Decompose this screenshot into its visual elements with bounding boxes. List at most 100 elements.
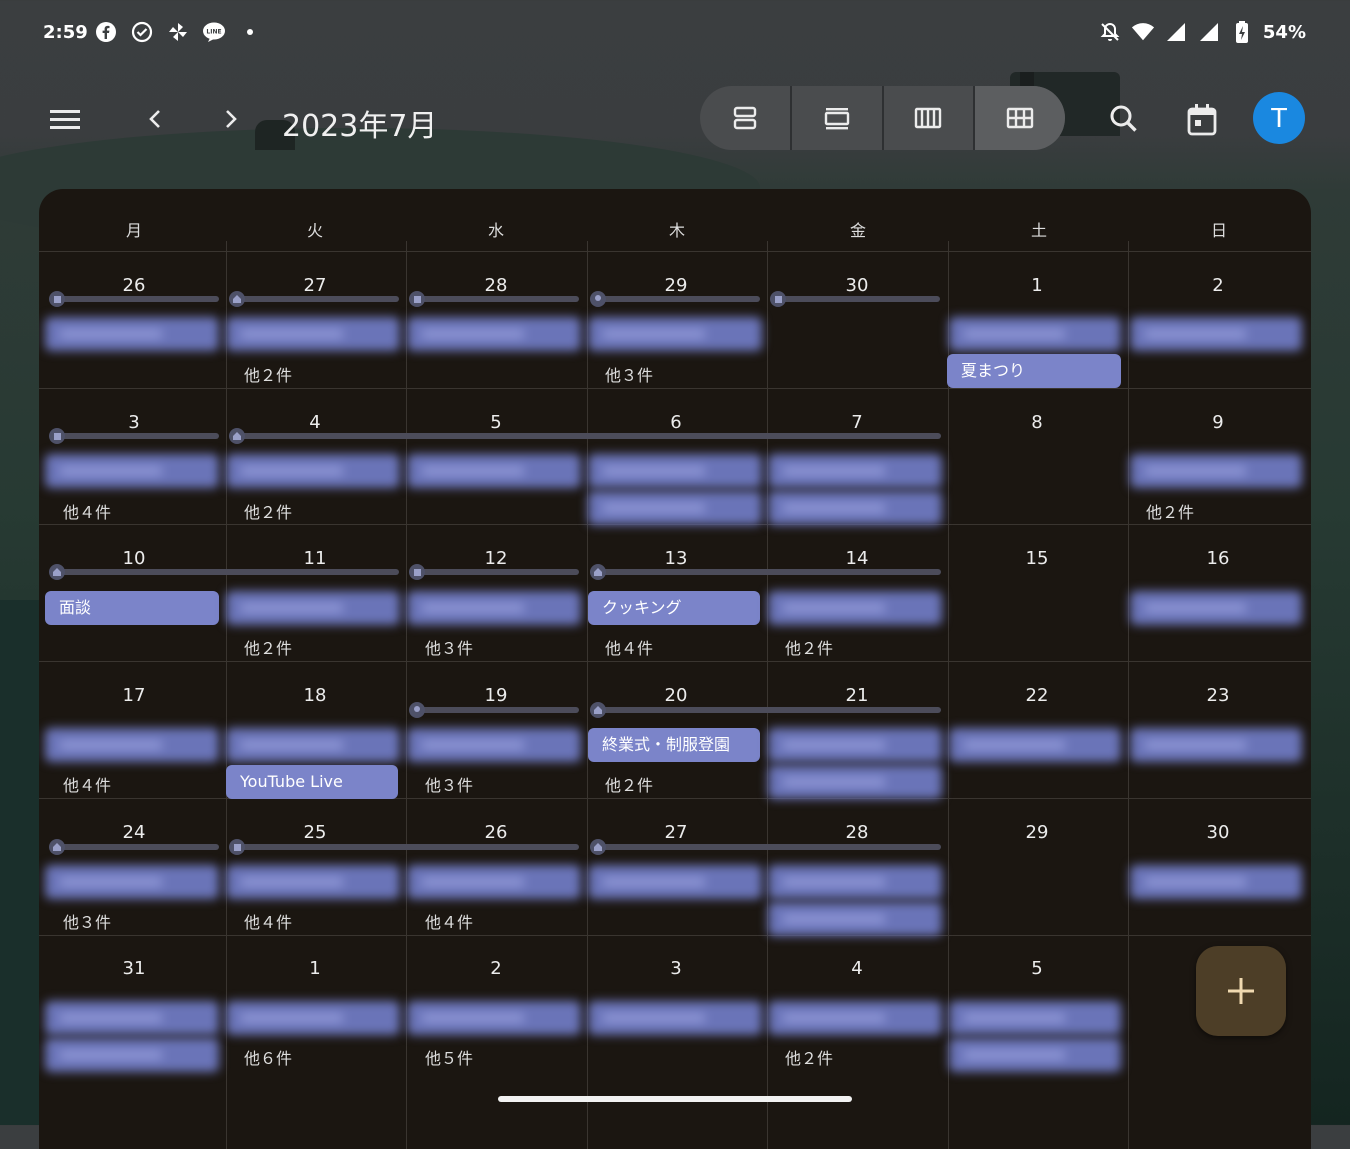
event-chip-redacted[interactable]: [768, 765, 942, 799]
day-number[interactable]: 24: [44, 822, 224, 843]
more-events-link[interactable]: 他３件: [425, 635, 473, 659]
schedule-view-button[interactable]: [700, 86, 792, 150]
day-number[interactable]: 29: [947, 822, 1127, 843]
today-button[interactable]: [1182, 100, 1222, 140]
event-chip-redacted[interactable]: [226, 1001, 400, 1035]
more-events-link[interactable]: 他３件: [605, 362, 653, 386]
day-number[interactable]: 26: [406, 822, 586, 843]
event-chip-redacted[interactable]: [407, 454, 581, 488]
event-chip-redacted[interactable]: [768, 591, 942, 625]
day-number[interactable]: 9: [1128, 412, 1308, 433]
more-events-link[interactable]: 他２件: [785, 1045, 833, 1069]
account-avatar[interactable]: T: [1253, 92, 1305, 144]
event-chip-redacted[interactable]: [407, 728, 581, 762]
day-number[interactable]: 31: [44, 958, 224, 979]
event-chip-redacted[interactable]: [45, 1001, 219, 1035]
day-number[interactable]: 3: [586, 958, 766, 979]
more-events-link[interactable]: 他３件: [425, 772, 473, 796]
event-chip-redacted[interactable]: [226, 317, 400, 351]
event-chip-redacted[interactable]: [768, 728, 942, 762]
event-chip[interactable]: クッキング: [588, 591, 760, 625]
day-number[interactable]: 5: [947, 958, 1127, 979]
event-chip-redacted[interactable]: [588, 865, 762, 899]
working-location-bar[interactable]: [229, 433, 941, 439]
event-chip-redacted[interactable]: [45, 728, 219, 762]
week-view-button[interactable]: [884, 86, 976, 150]
working-location-bar[interactable]: [590, 296, 760, 302]
event-chip-redacted[interactable]: [226, 591, 400, 625]
day-number[interactable]: 5: [406, 412, 586, 433]
day-number[interactable]: 10: [44, 548, 224, 569]
event-chip-redacted[interactable]: [588, 1001, 762, 1035]
event-chip-redacted[interactable]: [588, 491, 762, 525]
more-events-link[interactable]: 他４件: [63, 499, 111, 523]
event-chip-redacted[interactable]: [949, 1038, 1121, 1072]
event-chip-redacted[interactable]: [1130, 728, 1302, 762]
event-chip-redacted[interactable]: [1130, 454, 1302, 488]
working-location-bar[interactable]: [590, 844, 941, 850]
event-chip-redacted[interactable]: [407, 865, 581, 899]
event-chip-redacted[interactable]: [226, 728, 400, 762]
day-number[interactable]: 30: [1128, 822, 1308, 843]
day-number[interactable]: 14: [767, 548, 947, 569]
working-location-bar[interactable]: [590, 569, 941, 575]
day-number[interactable]: 3: [44, 412, 224, 433]
more-events-link[interactable]: 他２件: [244, 362, 292, 386]
day-number[interactable]: 19: [406, 685, 586, 706]
working-location-bar[interactable]: [49, 844, 219, 850]
day-number[interactable]: 2: [406, 958, 586, 979]
working-location-bar[interactable]: [409, 296, 579, 302]
day-number[interactable]: 1: [225, 958, 405, 979]
event-chip-redacted[interactable]: [588, 454, 762, 488]
working-location-bar[interactable]: [49, 569, 399, 575]
day-number[interactable]: 18: [225, 685, 405, 706]
event-chip-redacted[interactable]: [45, 317, 219, 351]
day-number[interactable]: 25: [225, 822, 405, 843]
day-number[interactable]: 22: [947, 685, 1127, 706]
more-events-link[interactable]: 他２件: [785, 635, 833, 659]
event-chip-redacted[interactable]: [226, 454, 400, 488]
event-chip[interactable]: 終業式・制服登園: [588, 728, 760, 762]
day-view-button[interactable]: [792, 86, 884, 150]
day-number[interactable]: 4: [225, 412, 405, 433]
event-chip-redacted[interactable]: [768, 1001, 942, 1035]
event-chip-redacted[interactable]: [949, 1001, 1121, 1035]
day-number[interactable]: 27: [586, 822, 766, 843]
more-events-link[interactable]: 他５件: [425, 1045, 473, 1069]
create-event-button[interactable]: [1196, 946, 1286, 1036]
event-chip-redacted[interactable]: [407, 317, 581, 351]
working-location-bar[interactable]: [590, 707, 941, 713]
next-month-button[interactable]: [214, 100, 248, 138]
day-number[interactable]: 2: [1128, 275, 1308, 296]
day-number[interactable]: 17: [44, 685, 224, 706]
working-location-bar[interactable]: [229, 296, 399, 302]
day-number[interactable]: 20: [586, 685, 766, 706]
prev-month-button[interactable]: [138, 100, 172, 138]
event-chip-redacted[interactable]: [226, 865, 400, 899]
event-chip[interactable]: YouTube Live: [226, 765, 398, 799]
day-number[interactable]: 26: [44, 275, 224, 296]
day-number[interactable]: 16: [1128, 548, 1308, 569]
more-events-link[interactable]: 他４件: [605, 635, 653, 659]
day-number[interactable]: 12: [406, 548, 586, 569]
search-button[interactable]: [1105, 100, 1143, 138]
working-location-bar[interactable]: [49, 296, 219, 302]
day-number[interactable]: 13: [586, 548, 766, 569]
more-events-link[interactable]: 他３件: [63, 909, 111, 933]
menu-icon[interactable]: [46, 100, 84, 138]
event-chip-redacted[interactable]: [45, 454, 219, 488]
event-chip[interactable]: 面談: [45, 591, 219, 625]
day-number[interactable]: 29: [586, 275, 766, 296]
day-number[interactable]: 30: [767, 275, 947, 296]
month-view-button[interactable]: [975, 86, 1065, 150]
more-events-link[interactable]: 他６件: [244, 1045, 292, 1069]
day-number[interactable]: 8: [947, 412, 1127, 433]
day-number[interactable]: 1: [947, 275, 1127, 296]
event-chip-redacted[interactable]: [45, 1038, 219, 1072]
day-number[interactable]: 4: [767, 958, 947, 979]
day-number[interactable]: 21: [767, 685, 947, 706]
more-events-link[interactable]: 他２件: [1146, 499, 1194, 523]
more-events-link[interactable]: 他２件: [244, 635, 292, 659]
day-number[interactable]: 23: [1128, 685, 1308, 706]
month-title[interactable]: 2023年7月: [282, 101, 437, 145]
